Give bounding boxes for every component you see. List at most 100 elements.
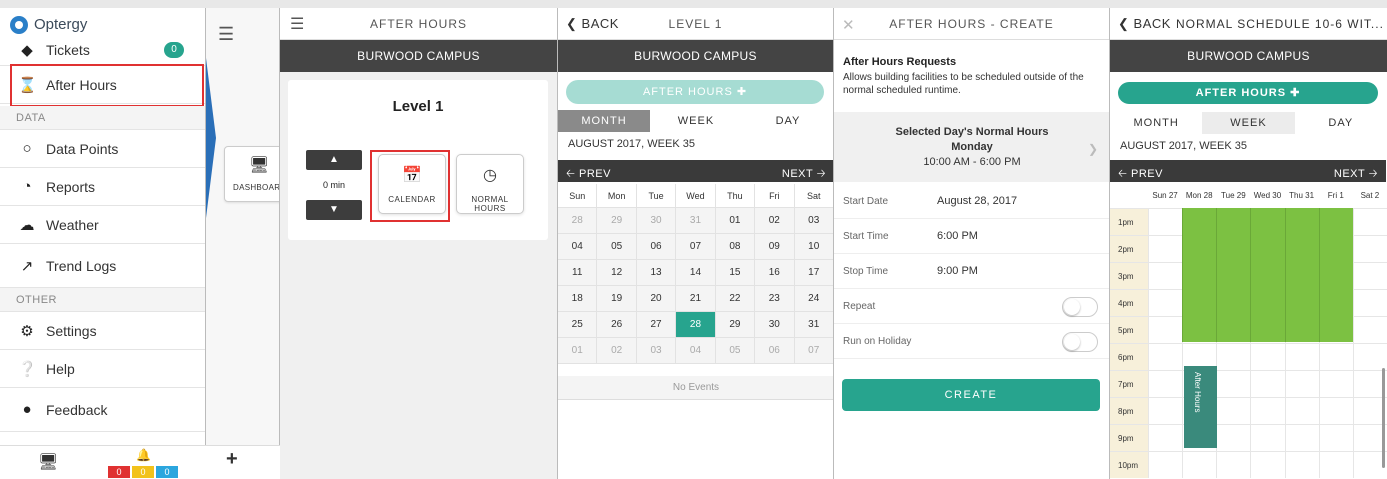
schedule-cell[interactable] — [1148, 344, 1182, 370]
sidebar-item-help[interactable]: ❔ Help — [0, 350, 205, 388]
schedule-cell[interactable] — [1148, 290, 1182, 316]
schedule-cell[interactable] — [1148, 425, 1182, 451]
schedule-cell[interactable] — [1318, 398, 1353, 424]
schedule-cell[interactable] — [1148, 371, 1182, 397]
after-hours-event-block[interactable]: After Hours — [1184, 366, 1217, 448]
calendar-day[interactable]: 28 — [558, 208, 598, 233]
schedule-cell[interactable] — [1318, 371, 1353, 397]
calendar-day[interactable]: 26 — [597, 312, 637, 337]
create-button[interactable]: CREATE — [842, 379, 1100, 411]
calendar-day[interactable]: 20 — [636, 286, 677, 311]
schedule-cell[interactable] — [1250, 452, 1284, 478]
sidebar-item-weather[interactable]: ☁ Weather — [0, 206, 205, 244]
calendar-day[interactable]: 30 — [636, 208, 677, 233]
schedule-cell[interactable] — [1216, 344, 1250, 370]
normal-hours-block[interactable] — [1284, 208, 1319, 342]
schedule-cell[interactable] — [1318, 452, 1353, 478]
tab-week[interactable]: WEEK — [650, 110, 742, 132]
prev-button[interactable]: 🡠 PREV — [566, 165, 611, 184]
schedule-cell[interactable] — [1250, 398, 1284, 424]
calendar-day[interactable]: 17 — [794, 260, 833, 285]
calendar-day[interactable]: 23 — [755, 286, 795, 311]
schedule-cell[interactable] — [1284, 452, 1319, 478]
plus-icon[interactable]: + — [226, 448, 238, 471]
after-hours-add-button[interactable]: AFTER HOURS ✚ — [566, 80, 824, 104]
schedule-cell[interactable] — [1148, 317, 1182, 343]
schedule-cell[interactable] — [1318, 344, 1353, 370]
calendar-day[interactable]: 05 — [715, 338, 756, 363]
calendar-day[interactable]: 25 — [558, 312, 598, 337]
schedule-cell[interactable] — [1352, 236, 1387, 262]
next-button[interactable]: NEXT 🡢 — [782, 165, 826, 184]
decrement-button[interactable]: ▼ — [306, 200, 362, 220]
schedule-cell[interactable] — [1148, 398, 1182, 424]
schedule-cell[interactable] — [1352, 344, 1387, 370]
schedule-cell[interactable] — [1216, 371, 1250, 397]
calendar-day[interactable]: 01 — [558, 338, 598, 363]
tab-month[interactable]: MONTH — [1110, 112, 1203, 134]
tab-day[interactable]: DAY — [1294, 112, 1387, 134]
calendar-day[interactable]: 18 — [558, 286, 598, 311]
calendar-day[interactable]: 04 — [676, 338, 716, 363]
calendar-day[interactable]: 09 — [755, 234, 795, 259]
schedule-cell[interactable] — [1250, 425, 1284, 451]
sidebar-item-tickets[interactable]: ◆ Tickets 0 — [0, 34, 205, 66]
schedule-cell[interactable] — [1250, 344, 1284, 370]
schedule-cell[interactable] — [1182, 452, 1216, 478]
normal-hours-tile[interactable]: ◷ NORMAL HOURS — [456, 154, 524, 214]
schedule-cell[interactable] — [1148, 452, 1182, 478]
calendar-day[interactable]: 29 — [597, 208, 637, 233]
calendar-day[interactable]: 06 — [636, 234, 677, 259]
hamburger-menu-icon[interactable]: ☰ — [218, 24, 234, 45]
schedule-cell[interactable] — [1284, 425, 1319, 451]
prev-button[interactable]: 🡠 PREV — [1118, 165, 1163, 184]
back-button[interactable]: ❮ BACK — [566, 16, 619, 32]
dashboard-tile[interactable]: 🖥 DASHBOARD — [224, 146, 279, 202]
schedule-cell[interactable] — [1284, 344, 1319, 370]
calendar-day[interactable]: 05 — [597, 234, 637, 259]
calendar-day[interactable]: 19 — [597, 286, 637, 311]
normal-hours-block[interactable] — [1216, 208, 1251, 342]
sidebar-item-reports[interactable]: ◔ Reports — [0, 168, 205, 206]
next-button[interactable]: NEXT 🡢 — [1334, 165, 1378, 184]
schedule-cell[interactable] — [1352, 317, 1387, 343]
schedule-cell[interactable] — [1148, 209, 1182, 235]
stop-time-row[interactable]: Stop Time 9:00 PM — [834, 254, 1109, 289]
schedule-cell[interactable] — [1250, 371, 1284, 397]
schedule-cell[interactable] — [1216, 425, 1250, 451]
schedule-cell[interactable] — [1148, 263, 1182, 289]
calendar-day[interactable]: 31 — [676, 208, 716, 233]
schedule-cell[interactable] — [1148, 236, 1182, 262]
hamburger-menu-icon[interactable]: ☰ — [290, 14, 305, 34]
calendar-day-selected[interactable]: 28 — [676, 312, 716, 337]
tab-month[interactable]: MONTH — [558, 110, 650, 132]
schedule-cell[interactable] — [1284, 398, 1319, 424]
calendar-day[interactable]: 29 — [715, 312, 756, 337]
calendar-day[interactable]: 07 — [794, 338, 833, 363]
calendar-day[interactable]: 10 — [794, 234, 833, 259]
sidebar-item-trend-logs[interactable]: ↗ Trend Logs — [0, 244, 205, 288]
tab-week[interactable]: WEEK — [1202, 112, 1295, 134]
calendar-day[interactable]: 13 — [636, 260, 677, 285]
start-time-row[interactable]: Start Time 6:00 PM — [834, 219, 1109, 254]
calendar-day[interactable]: 02 — [597, 338, 637, 363]
calendar-day[interactable]: 08 — [715, 234, 756, 259]
schedule-cell[interactable] — [1216, 452, 1250, 478]
schedule-cell[interactable] — [1352, 209, 1387, 235]
calendar-day[interactable]: 03 — [636, 338, 677, 363]
calendar-day[interactable]: 02 — [755, 208, 795, 233]
calendar-day[interactable]: 21 — [676, 286, 716, 311]
calendar-day[interactable]: 07 — [676, 234, 716, 259]
normal-hours-block[interactable] — [1318, 208, 1353, 342]
tab-day[interactable]: DAY — [742, 110, 833, 132]
calendar-day[interactable]: 30 — [755, 312, 795, 337]
schedule-cell[interactable] — [1318, 425, 1353, 451]
calendar-day[interactable]: 14 — [676, 260, 716, 285]
after-hours-add-button[interactable]: AFTER HOURS ✚ — [1118, 82, 1378, 104]
scrollbar[interactable] — [1382, 368, 1385, 468]
calendar-day[interactable]: 27 — [636, 312, 677, 337]
start-date-row[interactable]: Start Date August 28, 2017 — [834, 184, 1109, 219]
repeat-toggle[interactable] — [1062, 297, 1098, 317]
calendar-day[interactable]: 22 — [715, 286, 756, 311]
calendar-day[interactable]: 15 — [715, 260, 756, 285]
